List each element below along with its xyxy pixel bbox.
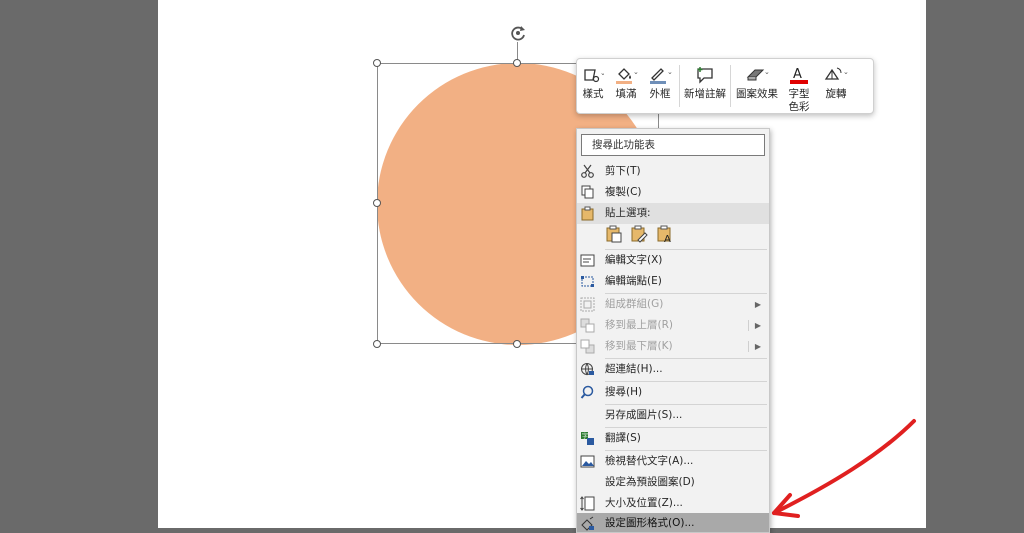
menu-item-label: 翻譯(S) [605, 432, 641, 444]
submenu-arrow-icon: ▶ [754, 342, 761, 351]
submenu-arrow-icon: ▶ [754, 321, 761, 330]
shape-effects-icon: ⌄ [746, 68, 770, 81]
font-color-label: 字型色彩 [788, 88, 810, 113]
font-color-button[interactable]: A 字型色彩 [781, 59, 817, 113]
send-to-back-icon [580, 339, 595, 354]
outline-button[interactable]: ⌄ 外框 [643, 59, 677, 113]
new-comment-button[interactable]: 新增註解 [682, 59, 728, 113]
menu-item-label: 另存成圖片(S)... [605, 409, 683, 421]
clipboard-icon [581, 206, 594, 221]
svg-text:⌄: ⌄ [667, 68, 672, 76]
font-color-icon: A [790, 67, 808, 84]
menu-item-translate[interactable]: 字 翻譯(S) [577, 428, 769, 449]
mini-toolbar: ⌄ 樣式 ⌄ 填滿 ⌄ 外框 新增註解 ⌄ 圖案效果 A 字型色彩 ⌄ 旋轉 [576, 58, 874, 114]
svg-text:A: A [664, 234, 671, 243]
pen-outline-icon: ⌄ [650, 68, 672, 84]
menu-item-label: 剪下(T) [605, 165, 641, 177]
menu-item-set-default-shape[interactable]: 設定為預設圖案(D) [577, 472, 769, 493]
svg-text:⌄: ⌄ [764, 68, 770, 76]
menu-item-label: 組成群組(G) [605, 298, 664, 310]
menu-item-view-alt-text[interactable]: 檢視替代文字(A)... [577, 451, 769, 472]
menu-item-label: 檢視替代文字(A)... [605, 455, 694, 467]
alt-text-image-icon [580, 455, 595, 468]
menu-search-box[interactable]: 搜尋此功能表 [581, 134, 765, 156]
rotate-button[interactable]: ⌄ 旋轉 [817, 59, 855, 113]
group-icon [580, 297, 595, 312]
menu-item-size-and-position[interactable]: 大小及位置(Z)... [577, 493, 769, 514]
menu-item-send-to-back[interactable]: 移到最下層(K) ▶ [577, 336, 769, 357]
menu-item-label: 設定圖形格式(O)... [605, 517, 695, 529]
shape-effects-label: 圖案效果 [736, 88, 778, 100]
context-menu: 搜尋此功能表 剪下(T) 複製(C) 貼上選項: A 編輯文字(X) 編輯端點(… [576, 128, 770, 533]
paint-bucket-icon: ⌄ [616, 68, 638, 84]
paste-keep-source-formatting-icon[interactable] [630, 225, 648, 243]
copy-icon [581, 185, 594, 199]
svg-text:字: 字 [582, 432, 588, 440]
menu-item-label: 大小及位置(Z)... [605, 497, 683, 509]
svg-text:⌄: ⌄ [843, 68, 849, 76]
menu-item-group[interactable]: 組成群組(G) ▶ [577, 294, 769, 315]
menu-item-cut[interactable]: 剪下(T) [577, 161, 769, 182]
format-shape-icon [581, 516, 594, 531]
resize-handle-bottom-left[interactable] [373, 340, 381, 348]
paste-text-only-icon[interactable]: A [656, 225, 674, 243]
menu-item-save-as-picture[interactable]: 另存成圖片(S)... [577, 405, 769, 426]
new-comment-label: 新增註解 [684, 88, 726, 100]
menu-item-format-shape[interactable]: 設定圖形格式(O)... [577, 513, 769, 532]
toolbar-divider [730, 65, 731, 107]
menu-item-label: 移到最上層(R) [605, 319, 673, 331]
translate-icon: 字 [581, 432, 594, 445]
menu-item-label: 貼上選項: [605, 207, 651, 219]
menu-item-label: 超連結(H)... [605, 363, 663, 375]
red-annotation-arrow-icon [772, 419, 916, 518]
split-divider [748, 320, 749, 331]
size-position-icon [580, 496, 595, 511]
edit-points-icon [581, 276, 594, 287]
svg-text:⌄: ⌄ [633, 68, 638, 76]
menu-item-label: 編輯端點(E) [605, 275, 662, 287]
menu-item-edit-text[interactable]: 編輯文字(X) [577, 250, 769, 271]
menu-item-hyperlink[interactable]: 超連結(H)... [577, 359, 769, 380]
style-button[interactable]: ⌄ 樣式 [577, 59, 609, 113]
search-icon [580, 385, 594, 399]
shape-effects-button[interactable]: ⌄ 圖案效果 [733, 59, 781, 113]
outline-label: 外框 [649, 88, 671, 100]
resize-handle-top[interactable] [513, 59, 521, 67]
resize-handle-left[interactable] [373, 199, 381, 207]
resize-handle-top-left[interactable] [373, 59, 381, 67]
menu-item-label: 編輯文字(X) [605, 254, 663, 266]
shape-style-icon: ⌄ [584, 69, 604, 83]
fill-button[interactable]: ⌄ 填滿 [609, 59, 643, 113]
edit-text-icon [580, 254, 595, 267]
toolbar-divider [679, 65, 680, 107]
scissors-icon [581, 164, 594, 178]
style-label: 樣式 [582, 88, 604, 100]
paste-use-destination-theme-icon[interactable] [605, 225, 623, 243]
menu-item-label: 設定為預設圖案(D) [605, 476, 695, 488]
rotate-icon: ⌄ [824, 67, 849, 80]
svg-text:⌄: ⌄ [600, 69, 604, 77]
resize-handle-bottom[interactable] [513, 340, 521, 348]
menu-item-label: 複製(C) [605, 186, 642, 198]
svg-text:A: A [793, 67, 802, 82]
split-divider [748, 341, 749, 352]
fill-label: 填滿 [615, 88, 637, 100]
add-comment-icon [697, 67, 713, 84]
rotate-label: 旋轉 [825, 88, 847, 100]
hyperlink-globe-icon [581, 363, 594, 376]
menu-item-label: 搜尋(H) [605, 386, 643, 398]
menu-item-paste-options: 貼上選項: [577, 203, 769, 224]
submenu-arrow-icon: ▶ [754, 300, 761, 309]
menu-item-bring-to-front[interactable]: 移到最上層(R) ▶ [577, 315, 769, 336]
bring-to-front-icon [580, 318, 595, 333]
rotate-handle-icon[interactable] [508, 23, 528, 43]
menu-item-edit-points[interactable]: 編輯端點(E) [577, 271, 769, 292]
menu-item-label: 移到最下層(K) [605, 340, 673, 352]
menu-item-copy[interactable]: 複製(C) [577, 182, 769, 203]
menu-item-search[interactable]: 搜尋(H) [577, 382, 769, 403]
